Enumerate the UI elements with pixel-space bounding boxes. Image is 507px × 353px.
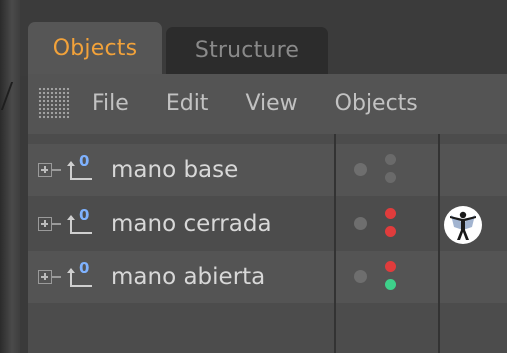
object-flags-cell (336, 198, 438, 250)
visibility-dot-icon[interactable] (354, 270, 367, 283)
object-flags-cell (336, 251, 438, 303)
render-visibility-dot-icon[interactable] (385, 279, 396, 290)
character-tag-icon[interactable] (444, 206, 482, 244)
object-row[interactable]: 0 mano base (28, 144, 507, 196)
tree-connector (52, 276, 61, 278)
render-visibility-dot-icon[interactable] (385, 226, 396, 237)
object-name-cell: 0 mano abierta (28, 251, 334, 303)
column-divider[interactable] (438, 134, 440, 353)
object-name[interactable]: mano abierta (111, 264, 265, 290)
editor-visibility-dot-icon[interactable] (385, 208, 396, 219)
menu-objects[interactable]: Objects (335, 91, 418, 116)
panel-resize-handle[interactable] (0, 82, 24, 110)
menu-view[interactable]: View (245, 91, 297, 116)
object-flags-cell (336, 144, 438, 196)
panel-grip-icon[interactable] (38, 87, 70, 119)
left-panel-edge (0, 0, 24, 353)
object-row[interactable]: 0 mano abierta (28, 251, 507, 303)
expand-icon[interactable] (38, 217, 52, 231)
object-tags-cell (440, 198, 507, 250)
null-object-icon: 0 (65, 152, 97, 184)
object-name-cell: 0 mano cerrada (28, 198, 334, 250)
tab-structure[interactable]: Structure (166, 27, 328, 74)
menu-file[interactable]: File (92, 91, 129, 116)
tree-connector (52, 169, 61, 171)
render-visibility-dot-icon[interactable] (385, 172, 396, 183)
tab-objects[interactable]: Objects (28, 22, 162, 74)
visibility-dot-icon[interactable] (354, 217, 367, 230)
object-name-cell: 0 mano base (28, 144, 334, 196)
menu-bar: File Edit View Objects (28, 78, 507, 128)
null-object-icon: 0 (65, 206, 97, 238)
object-name[interactable]: mano base (111, 157, 238, 183)
editor-visibility-dot-icon[interactable] (385, 154, 396, 165)
tree-connector (52, 223, 61, 225)
expand-icon[interactable] (38, 270, 52, 284)
visibility-dot-icon[interactable] (354, 163, 367, 176)
object-row[interactable]: 0 mano cerrada (28, 198, 507, 250)
object-name[interactable]: mano cerrada (111, 211, 272, 237)
object-tags-cell (440, 251, 507, 303)
expand-icon[interactable] (38, 163, 52, 177)
column-divider[interactable] (334, 134, 336, 353)
editor-visibility-dot-icon[interactable] (385, 261, 396, 272)
object-tags-cell (440, 144, 507, 196)
null-object-icon: 0 (65, 259, 97, 291)
menu-edit[interactable]: Edit (166, 91, 209, 116)
